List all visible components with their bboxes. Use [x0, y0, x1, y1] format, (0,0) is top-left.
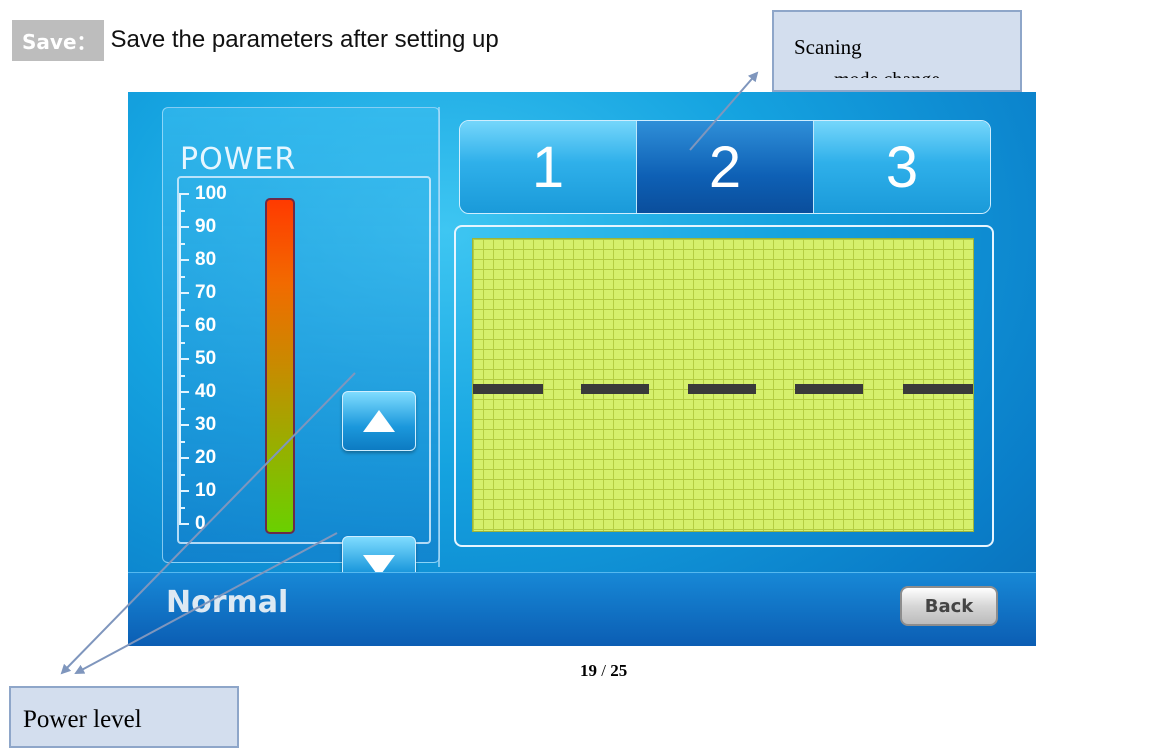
- callout-power-level: Power level: [9, 686, 239, 748]
- page-separator: /: [597, 661, 611, 680]
- graph-dash-segment: [795, 384, 863, 394]
- scale-tick: [179, 523, 189, 525]
- panel-divider: [438, 107, 440, 567]
- scale-tick: [179, 374, 185, 377]
- status-bar: Normal Back: [128, 572, 1036, 646]
- page-current: 19: [580, 661, 597, 680]
- callout-scanning-mode: Scaning mode change: [772, 10, 1022, 92]
- tab-mode-3[interactable]: 3: [813, 121, 990, 213]
- page-number: 19 / 25: [580, 661, 627, 681]
- page-total: 25: [610, 661, 628, 680]
- scale-tick: [179, 193, 189, 195]
- scale-tick: [179, 440, 185, 443]
- device-screen: POWER 100 90 80 70 60 50 40 30 20 10 0 1 2 3 Norma…: [128, 92, 1036, 646]
- scale-tick: [179, 407, 185, 410]
- triangle-up-icon: [363, 410, 395, 432]
- scale-label: 90: [195, 216, 217, 237]
- scale-tick: [179, 358, 189, 360]
- scale-tick: [179, 259, 189, 261]
- scale-tick: [179, 341, 185, 344]
- tab-mode-2[interactable]: 2: [636, 121, 813, 213]
- scale-label: 40: [195, 381, 217, 402]
- callout-power-label: Power level: [23, 706, 142, 733]
- scale-tick: [179, 209, 185, 212]
- scale-label: 70: [195, 282, 217, 303]
- scale-tick: [179, 506, 185, 509]
- graph-dash-segment: [903, 384, 973, 394]
- scale-label: 100: [195, 183, 227, 204]
- callout-scanning-label: Scaning: [794, 35, 862, 59]
- power-level-bar: [265, 198, 295, 534]
- scale-label: 10: [195, 480, 217, 501]
- graph-dash-segment: [581, 384, 649, 394]
- power-title: POWER: [180, 142, 297, 177]
- scale-tick: [179, 275, 185, 278]
- graph-dash-segment: [473, 384, 543, 394]
- scale-label: 50: [195, 348, 217, 369]
- scale-label: 30: [195, 414, 217, 435]
- scan-mode-tabs: 1 2 3: [459, 120, 991, 214]
- scale-label: 60: [195, 315, 217, 336]
- scale-tick: [179, 292, 189, 294]
- scale-tick: [179, 226, 189, 228]
- power-scale: 100 90 80 70 60 50 40 30 20 10 0: [177, 176, 431, 596]
- scale-tick: [179, 457, 189, 459]
- save-tag: Save：: [12, 19, 104, 61]
- section-heading: Save： Save the parameters after setting …: [12, 19, 499, 61]
- scale-tick: [179, 424, 189, 426]
- tab-mode-1[interactable]: 1: [460, 121, 636, 213]
- scale-tick: [179, 473, 185, 476]
- heading-text: Save the parameters after setting up: [110, 26, 499, 53]
- power-panel: POWER 100 90 80 70 60 50 40 30 20 10 0: [162, 107, 440, 596]
- scan-graph-frame: [454, 225, 994, 547]
- back-button[interactable]: Back: [900, 586, 998, 626]
- scale-tick: [179, 242, 185, 245]
- scale-tick: [179, 325, 189, 327]
- power-up-button[interactable]: [342, 391, 416, 451]
- scale-tick: [179, 490, 189, 492]
- callout-scanning-cut-text: mode change: [794, 70, 1020, 78]
- scale-label: 80: [195, 249, 217, 270]
- scale-label: 20: [195, 447, 217, 468]
- scale-tick: [179, 308, 185, 311]
- graph-dash-segment: [688, 384, 756, 394]
- scan-graph: [472, 238, 974, 532]
- mode-label: Normal: [166, 585, 289, 620]
- scale-tick: [179, 391, 189, 393]
- scale-label: 0: [195, 513, 206, 534]
